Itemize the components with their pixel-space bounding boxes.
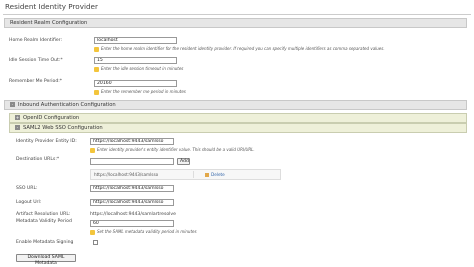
realm-config-header-label: Resident Realm Configuration [10, 20, 88, 26]
remember-me-input[interactable]: 20160 [94, 80, 177, 87]
logout-url-label: Logout Url: [16, 200, 42, 205]
home-realm-input[interactable]: localhost [94, 37, 177, 44]
help-icon [90, 147, 95, 153]
inbound-auth-header[interactable]: - Inbound Authentication Configuration [4, 100, 467, 110]
remember-me-help: Enter the remember me period in minutes [94, 89, 186, 95]
delete-destination-link[interactable]: Delete [205, 172, 225, 177]
entity-id-input[interactable]: https://localhost:9443/samlsso [90, 138, 174, 145]
idle-timeout-input[interactable]: 15 [94, 57, 177, 64]
artifact-url-label: Artifact Resolution URL: [16, 212, 71, 217]
collapse-toggle-icon[interactable]: - [10, 102, 15, 107]
help-icon [90, 229, 95, 235]
page-title: Resident Identity Provider [5, 2, 98, 11]
download-saml-metadata-button[interactable]: Download SAML Metadata [16, 254, 76, 266]
metadata-signing-label: Enable Metadata Signing [16, 240, 74, 245]
saml-config-header[interactable]: - SAML2 Web SSO Configuration [9, 123, 467, 133]
metadata-validity-input[interactable]: 60 [90, 220, 174, 227]
help-icon [94, 89, 99, 95]
sso-url-input[interactable]: https://localhost:9443/samlsso [90, 185, 174, 192]
metadata-signing-checkbox[interactable] [93, 240, 98, 245]
expand-toggle-icon[interactable]: + [15, 115, 20, 120]
home-realm-help: Enter the home realm identifier for the … [94, 46, 385, 52]
sso-url-label: SSO URL: [16, 186, 38, 191]
destination-urls-label: Destination URLs:* [16, 157, 60, 162]
realm-config-header[interactable]: Resident Realm Configuration [4, 18, 467, 28]
artifact-url-value: https://localhost:9443/samlartresolve [90, 212, 176, 217]
destination-url-item: https://localhost:9443/samlsso [94, 172, 159, 177]
entity-id-label: Identity Provider Entity ID: [16, 139, 77, 144]
destination-url-list: https://localhost:9443/samlsso Delete [90, 169, 281, 180]
inbound-auth-header-label: Inbound Authentication Configuration [18, 102, 116, 108]
home-realm-label: Home Realm Identifier: [9, 38, 63, 43]
openid-config-header-label: OpenID Configuration [23, 115, 80, 121]
add-destination-button[interactable]: Add [177, 158, 190, 165]
openid-config-header[interactable]: + OpenID Configuration [9, 113, 467, 123]
idle-timeout-label: Idle Session Time Out:* [9, 58, 63, 63]
metadata-validity-help: Set the SAML metadata validity period in… [90, 229, 197, 235]
help-icon [94, 46, 99, 52]
delete-icon [205, 173, 209, 177]
title-divider [3, 14, 471, 15]
destination-url-input[interactable] [90, 158, 174, 165]
url-list-divider [193, 171, 194, 178]
saml-config-header-label: SAML2 Web SSO Configuration [23, 125, 103, 131]
entity-id-help: Enter identity provider's entity identif… [90, 147, 255, 153]
collapse-toggle-icon[interactable]: - [15, 125, 20, 130]
logout-url-input[interactable]: https://localhost:9443/samlsso [90, 199, 174, 206]
help-icon [94, 66, 99, 72]
idle-timeout-help: Enter the idle session timeout in minute… [94, 66, 183, 72]
metadata-validity-label: Metadata Validity Period [16, 219, 72, 224]
remember-me-label: Remember Me Period:* [9, 79, 63, 84]
